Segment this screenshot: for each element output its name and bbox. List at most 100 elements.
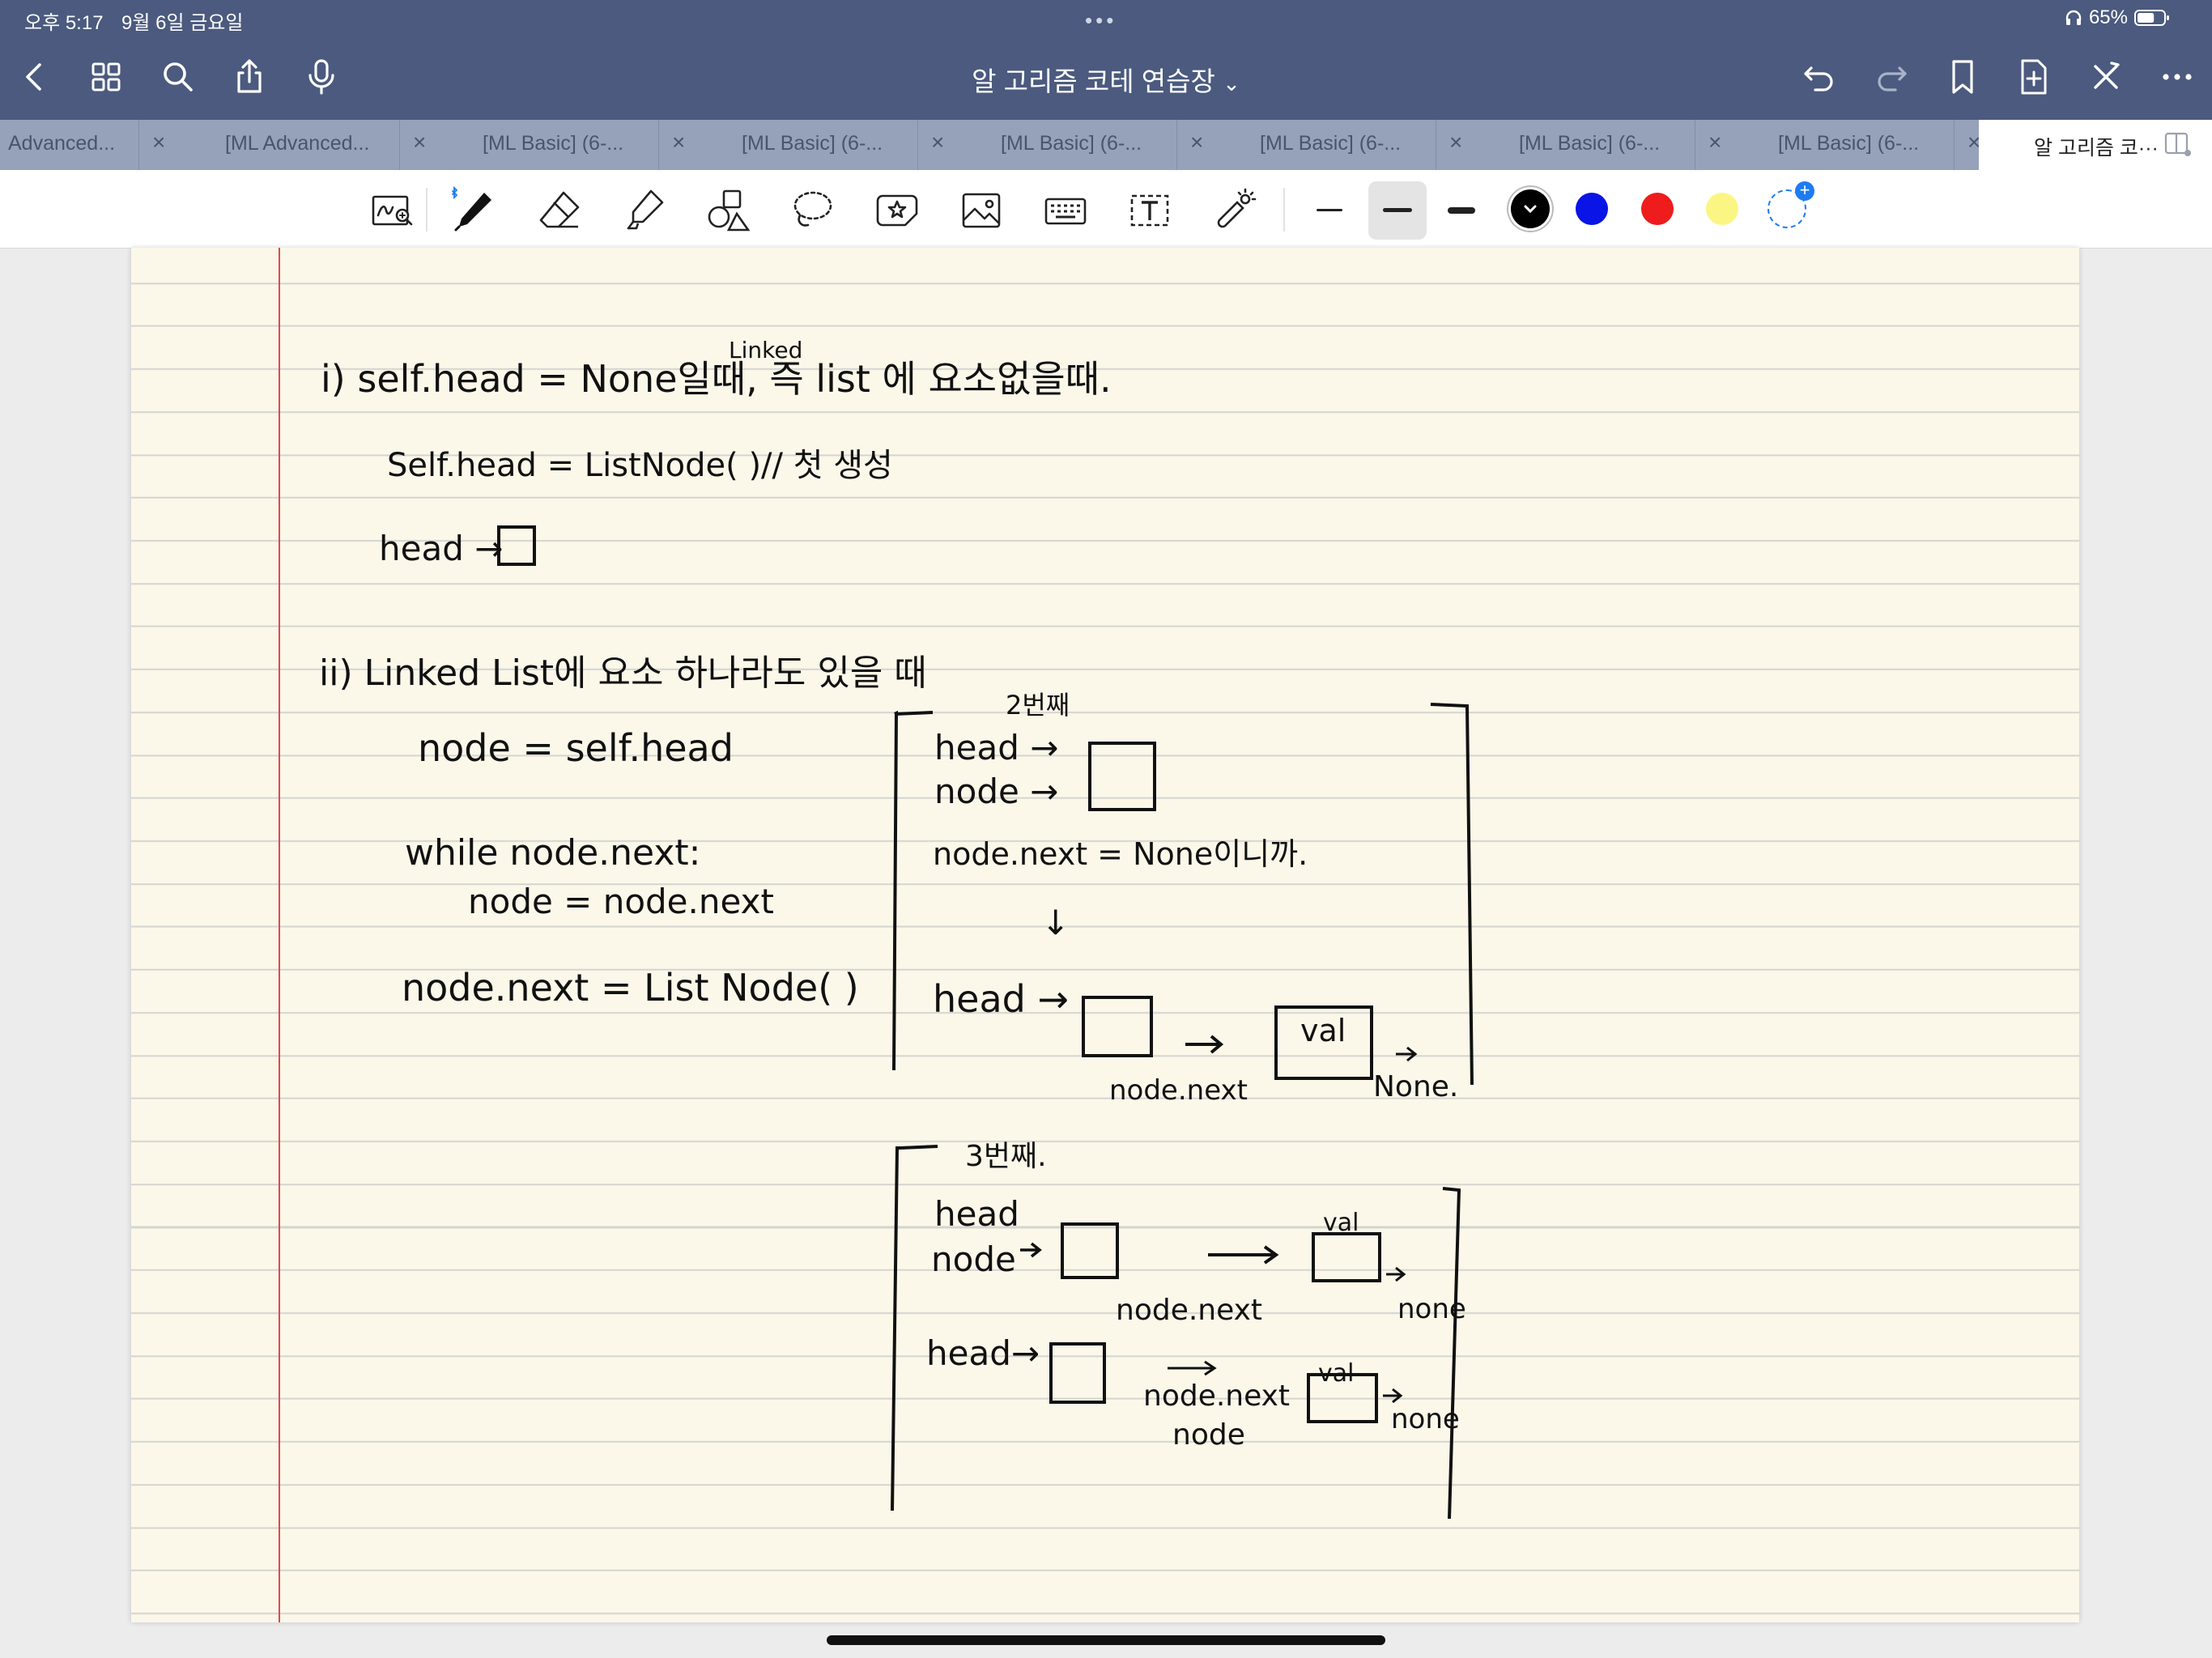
bracket-right bbox=[1442, 1187, 1461, 1520]
status-time: 오후 5:17 bbox=[24, 12, 104, 34]
tab-close-icon[interactable]: × bbox=[1708, 130, 1721, 155]
tab-ml-basic[interactable]: × [ML Basic] (6-... bbox=[1436, 120, 1695, 170]
diagram1-label: 2번째 bbox=[1006, 690, 1070, 721]
back-icon[interactable] bbox=[15, 57, 55, 97]
tab-label: Advanced... bbox=[8, 132, 116, 155]
diagram2-node2: node bbox=[1172, 1418, 1245, 1452]
laser-pointer-icon[interactable] bbox=[1210, 186, 1258, 235]
bracket-right bbox=[1430, 703, 1474, 1086]
tab-ml-basic[interactable]: × [ML Basic] (6-... bbox=[659, 120, 918, 170]
battery-icon bbox=[2134, 10, 2169, 26]
tab-label: [ML Basic] (6-... bbox=[483, 132, 624, 155]
toolbar-separator bbox=[1283, 188, 1285, 232]
tab-close-icon[interactable]: × bbox=[152, 130, 165, 155]
diagram2-head: head bbox=[934, 1194, 1019, 1234]
grid-icon[interactable] bbox=[86, 57, 126, 97]
code-line-2: while node.next: bbox=[405, 832, 700, 874]
note-page[interactable]: i) self.head = None일때, 즉 list 에 요소없을때. L… bbox=[131, 248, 2079, 1622]
diagram1-none: None. bbox=[1373, 1070, 1458, 1103]
tab-active-document[interactable]: 알 고리즘 코··· bbox=[1979, 120, 2212, 170]
tab-ml-basic[interactable]: × [ML Basic] (6-... bbox=[400, 120, 659, 170]
bracket-left-top bbox=[900, 1145, 938, 1150]
diagram1-val: val bbox=[1300, 1013, 1346, 1048]
stroke-thin-option[interactable] bbox=[1305, 186, 1354, 235]
add-page-icon[interactable] bbox=[2014, 57, 2054, 97]
battery-status: 65% bbox=[2065, 6, 2170, 29]
lasso-icon[interactable] bbox=[789, 186, 837, 235]
stroke-thick-option[interactable] bbox=[1436, 186, 1485, 235]
highlighter-icon[interactable] bbox=[620, 186, 669, 235]
section1-heading-sup: Linked bbox=[729, 337, 802, 363]
diagram1-head2: head → bbox=[933, 977, 1069, 1021]
diagram2-none2: none bbox=[1391, 1403, 1460, 1435]
text-icon[interactable] bbox=[1125, 186, 1174, 235]
tab-close-icon[interactable]: × bbox=[672, 130, 685, 155]
diagram2-node: node bbox=[931, 1239, 1016, 1279]
color-swatch-yellow[interactable] bbox=[1706, 193, 1738, 225]
color-swatch-black[interactable] bbox=[1511, 189, 1550, 228]
bookmark-icon[interactable] bbox=[1942, 57, 1983, 97]
arrow bbox=[1168, 1360, 1217, 1376]
search-icon[interactable] bbox=[158, 57, 198, 97]
add-color-button[interactable]: + bbox=[1767, 181, 1814, 228]
drawing-toolbar bbox=[0, 170, 2212, 249]
chevron-down-icon bbox=[1524, 205, 1537, 214]
diagram-third-node: 3번째. head node val node.next none head→ … bbox=[891, 1140, 1466, 1520]
section2-heading: ii) Linked List에 요소 하나라도 있을 때 bbox=[319, 653, 927, 694]
node-box bbox=[1061, 1222, 1119, 1279]
tab-ml-advanced[interactable]: × [ML Advanced... bbox=[139, 120, 400, 170]
navigation-bar: 오후 5:17 9월 6일 금요일 ••• 65% 알 고리즘 코테 연습장 ⌄ bbox=[0, 0, 2212, 120]
undo-icon[interactable] bbox=[1799, 57, 1840, 97]
diagram2-none1: none bbox=[1397, 1293, 1466, 1325]
share-icon[interactable] bbox=[229, 57, 270, 97]
tab-label: 알 고리즘 코··· bbox=[2034, 137, 2159, 159]
arrow bbox=[1396, 1046, 1418, 1062]
arrow bbox=[1020, 1242, 1042, 1258]
tab-advanced[interactable]: Advanced... bbox=[0, 120, 139, 170]
more-icon[interactable] bbox=[2157, 57, 2197, 97]
home-indicator[interactable] bbox=[827, 1635, 1385, 1645]
tab-ml-basic[interactable]: × [ML Basic] (6-... bbox=[918, 120, 1177, 170]
color-swatch-blue[interactable] bbox=[1576, 193, 1608, 225]
tab-label: [ML Advanced... bbox=[225, 132, 370, 155]
toolbar-separator bbox=[426, 188, 428, 232]
tab-label: [ML Basic] (6-... bbox=[1519, 132, 1661, 155]
shapes-icon[interactable] bbox=[704, 186, 753, 235]
tab-close-icon[interactable]: × bbox=[1449, 130, 1462, 155]
multitasking-dots[interactable]: ••• bbox=[1085, 8, 1117, 33]
tab-close-icon[interactable]: × bbox=[931, 130, 944, 155]
stroke-medium-option[interactable] bbox=[1368, 181, 1427, 240]
title-chevron-icon[interactable]: ⌄ bbox=[1223, 71, 1240, 96]
document-title[interactable]: 알 고리즘 코테 연습장 bbox=[972, 66, 1215, 96]
image-icon[interactable] bbox=[957, 186, 1006, 235]
pen-icon[interactable] bbox=[449, 185, 498, 235]
section1-line1: Self.head = ListNode( )// 첫 생성 bbox=[387, 447, 893, 484]
diagram1-node: node → bbox=[934, 772, 1058, 811]
code-line-3: node = node.next bbox=[468, 882, 774, 921]
tab-ml-basic[interactable]: × [ML Basic] (6-... bbox=[1695, 120, 1955, 170]
keyboard-icon[interactable] bbox=[1041, 186, 1090, 235]
empty-node-box bbox=[497, 525, 536, 566]
diagram-second-node: 2번째 head → node → node.next = None이니까. ↓… bbox=[892, 690, 1474, 1107]
tab-close-icon[interactable]: × bbox=[1190, 130, 1203, 155]
tab-close-area[interactable]: × bbox=[1955, 120, 1980, 170]
zoom-window-icon[interactable] bbox=[368, 186, 417, 235]
tab-bar: Advanced... × [ML Advanced... × [ML Basi… bbox=[0, 120, 2212, 170]
split-view-icon[interactable] bbox=[2163, 130, 2193, 159]
microphone-icon[interactable] bbox=[301, 57, 342, 97]
tab-label: [ML Basic] (6-... bbox=[742, 132, 883, 155]
diagram2-head2: head→ bbox=[926, 1333, 1040, 1373]
diagram1-nodenext: node.next bbox=[1109, 1074, 1248, 1107]
close-icon[interactable] bbox=[2086, 57, 2126, 97]
diagram1-head: head → bbox=[934, 728, 1058, 767]
arrow bbox=[1208, 1245, 1279, 1265]
sticker-icon[interactable] bbox=[873, 186, 921, 235]
tab-close-icon[interactable]: × bbox=[413, 130, 426, 155]
bracket-left-top bbox=[894, 711, 934, 716]
color-swatch-red[interactable] bbox=[1641, 193, 1674, 225]
eraser-icon[interactable] bbox=[536, 186, 585, 235]
tab-label: [ML Basic] (6-... bbox=[1260, 132, 1402, 155]
redo-icon[interactable] bbox=[1871, 57, 1912, 97]
tab-ml-basic[interactable]: × [ML Basic] (6-... bbox=[1177, 120, 1436, 170]
code-line-1: node = self.head bbox=[418, 726, 734, 770]
